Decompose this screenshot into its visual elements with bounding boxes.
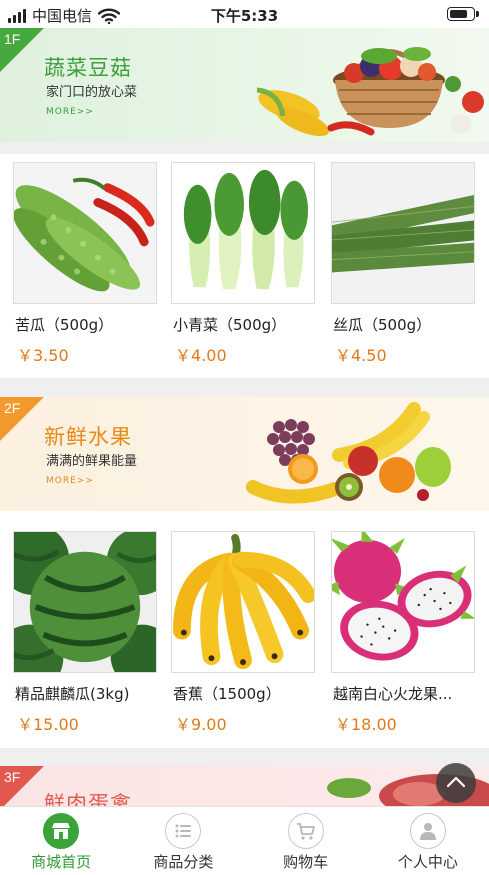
scroll-to-top-button[interactable] xyxy=(436,763,476,803)
more-link[interactable]: MORE>> xyxy=(46,107,94,117)
product-image-luffa[interactable] xyxy=(331,162,475,304)
tab-categories[interactable]: 商品分类 xyxy=(122,807,244,875)
product-name[interactable]: 小青菜（500g） xyxy=(173,314,323,335)
section-divider xyxy=(0,378,489,397)
product-image-banana[interactable] xyxy=(171,531,315,673)
floor-title: 鲜肉蛋禽 xyxy=(44,792,132,806)
floor-subtitle: 满满的鲜果能量 xyxy=(46,454,138,469)
product-card[interactable]: 丝瓜（500g） ￥4.50 xyxy=(331,162,475,365)
product-name[interactable]: 香蕉（1500g） xyxy=(173,683,323,704)
floor-tag-2f xyxy=(0,397,44,441)
tab-label: 购物车 xyxy=(283,853,329,871)
product-card[interactable]: 香蕉（1500g） ￥9.00 xyxy=(171,531,315,734)
cart-icon xyxy=(287,813,324,849)
product-card[interactable]: 苦瓜（500g） ￥3.50 xyxy=(13,162,157,365)
product-price: ￥15.00 xyxy=(17,715,79,734)
vegetable-basket-image xyxy=(256,47,484,136)
tab-label: 商城首页 xyxy=(31,853,92,871)
floor-title: 蔬菜豆菇 xyxy=(44,56,132,80)
product-image-watermelon[interactable] xyxy=(13,531,157,673)
floor-banner-meat[interactable]: 3F 鲜肉蛋禽 xyxy=(0,766,489,806)
product-name[interactable]: 精品麒麟瓜(3kg) xyxy=(15,683,165,704)
list-icon xyxy=(165,813,202,849)
tab-label: 商品分类 xyxy=(153,853,214,871)
floor-banner-fruits[interactable]: 2F 新鲜水果 满满的鲜果能量 MORE>> xyxy=(0,397,489,511)
product-price: ￥18.00 xyxy=(335,715,397,734)
floor-subtitle: 家门口的放心菜 xyxy=(46,85,138,100)
product-image-bok-choy[interactable] xyxy=(171,162,315,304)
more-link[interactable]: MORE>> xyxy=(46,476,94,486)
tab-label: 个人中心 xyxy=(397,853,458,871)
product-price: ￥9.00 xyxy=(175,715,227,734)
clock: 下午5:33 xyxy=(210,7,279,25)
floor-banner-vegetables[interactable]: 1F 蔬菜豆菇 家门口的放心菜 MORE>> xyxy=(0,28,489,142)
product-card[interactable]: 越南白心火龙果... ￥18.00 xyxy=(331,531,475,734)
status-bar: 中国电信 下午5:33 xyxy=(0,0,489,28)
floor-tag-1f xyxy=(0,28,44,72)
product-name[interactable]: 苦瓜（500g） xyxy=(15,314,165,335)
product-price: ￥4.00 xyxy=(175,346,227,365)
battery-icon xyxy=(447,7,479,21)
product-name[interactable]: 越南白心火龙果... xyxy=(333,683,483,704)
product-price: ￥4.50 xyxy=(335,346,387,365)
section-divider xyxy=(0,748,489,766)
product-card[interactable]: 精品麒麟瓜(3kg) ￥15.00 xyxy=(13,531,157,734)
user-icon xyxy=(409,813,446,849)
product-card[interactable]: 小青菜（500g） ￥4.00 xyxy=(171,162,315,365)
floor-tag-3f xyxy=(0,766,44,806)
product-price: ￥3.50 xyxy=(17,346,69,365)
product-image-dragon-fruit[interactable] xyxy=(331,531,475,673)
floor-title: 新鲜水果 xyxy=(44,425,132,449)
product-image-bitter-melon[interactable] xyxy=(13,162,157,304)
store-icon xyxy=(43,813,80,849)
chevron-up-icon xyxy=(446,776,466,788)
section-divider xyxy=(0,142,489,154)
tab-home[interactable]: 商城首页 xyxy=(0,807,122,875)
fruit-platter-image xyxy=(246,402,451,504)
bottom-tab-bar: 商城首页 商品分类 购物车 个人中心 xyxy=(0,806,489,875)
product-name[interactable]: 丝瓜（500g） xyxy=(333,314,483,335)
tab-profile[interactable]: 个人中心 xyxy=(367,807,489,875)
tab-cart[interactable]: 购物车 xyxy=(245,807,367,875)
